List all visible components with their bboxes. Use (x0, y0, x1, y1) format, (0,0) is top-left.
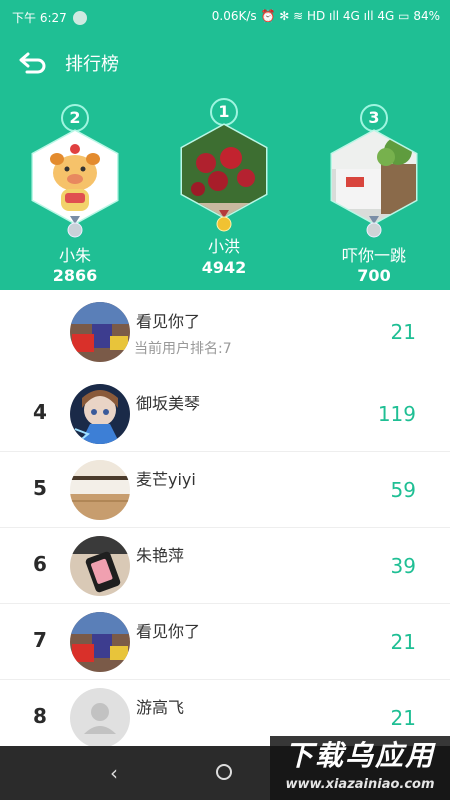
rank-badge: 2 (61, 104, 89, 132)
rank-number: 8 (33, 704, 47, 728)
user-name: 御坂美琴 (136, 394, 201, 413)
user-score: 21 (390, 320, 416, 344)
user-score: 59 (390, 478, 416, 502)
avatar (70, 612, 130, 672)
podium-score: 4942 (201, 258, 247, 277)
rank-badge: 1 (210, 98, 238, 126)
rank-number: 4 (33, 400, 47, 424)
leaderboard-header: 排行榜 2 小朱 2866 1 小洪 4942 3 吓你一跳 700 (0, 34, 450, 290)
notification-icon (72, 10, 87, 25)
avatar (31, 129, 119, 225)
user-score: 39 (390, 554, 416, 578)
user-score: 21 (390, 706, 416, 730)
bronze-medal-icon (366, 216, 382, 238)
rank-number: 6 (33, 552, 47, 576)
avatar (70, 384, 130, 444)
nav-home-button[interactable] (216, 764, 232, 780)
user-name: 看见你了 (136, 622, 201, 641)
default-avatar-icon (70, 688, 130, 748)
watermark-url: www.xiazainiao.com (285, 777, 435, 792)
avatar (330, 129, 418, 225)
list-item[interactable]: 5 麦芒yiyi 59 (0, 452, 450, 528)
list-item[interactable]: 7 看见你了 21 (0, 604, 450, 680)
gold-medal-icon (216, 210, 232, 232)
avatar (180, 123, 268, 219)
avatar (70, 302, 130, 362)
user-name: 看见你了 (136, 312, 201, 331)
podium-third[interactable]: 3 吓你一跳 700 (304, 104, 444, 294)
current-user-row[interactable]: 看见你了 当前用户排名:7 21 (0, 294, 450, 370)
podium-name: 小洪 (207, 237, 240, 256)
rank-number: 5 (33, 476, 47, 500)
current-rank-label: 当前用户排名:7 (134, 341, 232, 357)
rank-number: 7 (33, 628, 47, 652)
back-arrow-icon[interactable] (18, 50, 48, 76)
rank-badge: 3 (360, 104, 388, 132)
nav-back-button[interactable]: ‹ (110, 761, 118, 785)
podium-score: 700 (357, 266, 391, 285)
user-name: 朱艳萍 (136, 546, 185, 565)
podium-score: 2866 (52, 266, 98, 285)
page-title: 排行榜 (65, 54, 119, 75)
list-item[interactable]: 6 朱艳萍 39 (0, 528, 450, 604)
avatar (70, 536, 130, 596)
watermark: 下载乌应用 www.xiazainiao.com (270, 736, 450, 800)
avatar (70, 460, 130, 520)
podium-name: 小朱 (58, 246, 91, 265)
list-item[interactable]: 4 御坂美琴 119 (0, 376, 450, 452)
status-left: 下午 6:27 (12, 9, 87, 26)
podium-first[interactable]: 1 小洪 4942 (154, 98, 294, 288)
podium-second[interactable]: 2 小朱 2866 (5, 104, 145, 294)
status-bar: 下午 6:27 0.06K/s ⏰ ✻ ≋ HD ıll 4G ıll 4G ▭… (0, 0, 450, 34)
podium-name: 吓你一跳 (341, 246, 406, 265)
silver-medal-icon (67, 216, 83, 238)
user-score: 119 (377, 402, 416, 426)
user-score: 21 (390, 630, 416, 654)
status-indicators: 0.06K/s ⏰ ✻ ≋ HD ıll 4G ıll 4G ▭ 84% (211, 9, 440, 23)
user-name: 麦芒yiyi (136, 470, 196, 489)
watermark-title: 下载乌应用 (284, 739, 435, 772)
user-name: 游高飞 (136, 698, 185, 717)
status-time: 下午 6:27 (12, 11, 67, 25)
